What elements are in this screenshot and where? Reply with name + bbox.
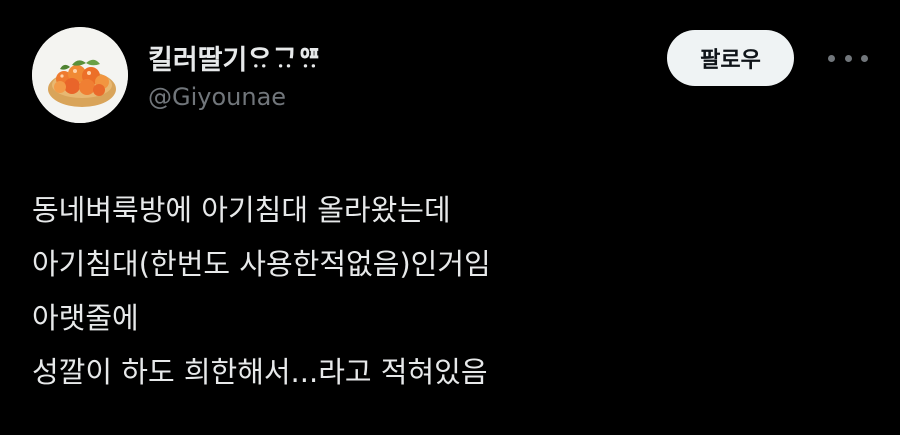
tweet-text: 동네벼룩방에 아기침대 올라왔는데 아기침대(한번도 사용한적없음)인거임 아랫… [32,183,852,399]
more-dot [828,54,835,62]
strawberry-tart-avatar-icon [32,27,128,123]
display-name[interactable]: 킬러딸기ᄋᆢᄀᆢᅋᆢ [148,38,322,77]
tweet-line: 아기침대(한번도 사용한적없음)인거임 [32,247,491,281]
user-handle[interactable]: @Giyounae [148,83,286,111]
avatar[interactable] [32,27,128,123]
tweet-line: 아랫줄에 [32,301,139,335]
follow-button[interactable]: 팔로우 [667,30,794,86]
more-dot [844,54,852,62]
tweet-line: 동네벼룩방에 아기침대 올라왔는데 [32,193,451,227]
tweet-line: 성깔이 하도 희한해서...라고 적혀있음 [32,355,488,389]
more-dot [861,54,868,62]
more-horizontal-icon[interactable] [828,44,868,72]
